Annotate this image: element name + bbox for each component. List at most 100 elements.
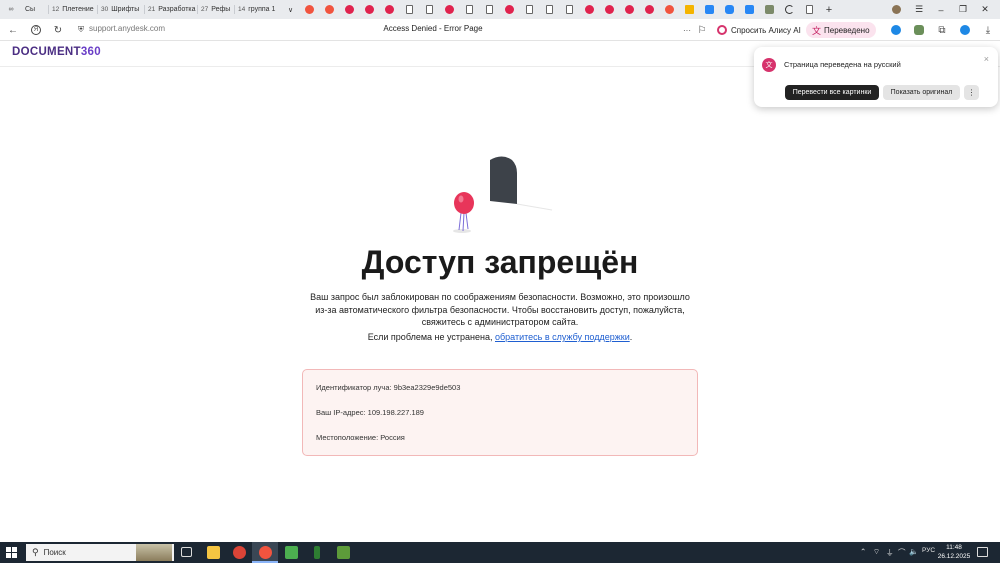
- vk-icon[interactable]: [739, 0, 759, 19]
- loading-icon[interactable]: [779, 0, 799, 19]
- pinterest-icon[interactable]: [619, 0, 639, 19]
- tabs-overflow-button[interactable]: ∨: [285, 0, 299, 19]
- balloon-icon: [454, 192, 474, 214]
- taskbar: ⚲ Поиск ⌃ ⌔ ⏚ ⌒ 🔈 РУС 11:48 26.12.2025: [0, 542, 1000, 563]
- search-highlight-image: [136, 544, 172, 561]
- windows-start-icon[interactable]: [6, 547, 17, 558]
- document-icon[interactable]: [479, 0, 499, 19]
- balloon-highlight: [458, 195, 464, 203]
- network-icon[interactable]: ⌔: [873, 547, 880, 557]
- popup-close-icon[interactable]: ×: [984, 54, 989, 64]
- contact-support-link[interactable]: обратитесь в службу поддержки: [495, 332, 630, 342]
- extension-shield-icon[interactable]: [912, 23, 926, 37]
- document-icon[interactable]: [519, 0, 539, 19]
- restore-icon[interactable]: ❐: [956, 0, 970, 19]
- minecraft-icon[interactable]: [337, 546, 350, 559]
- pinterest-icon[interactable]: [639, 0, 659, 19]
- logo-number: 360: [80, 46, 101, 58]
- reload-icon[interactable]: ↻: [51, 23, 65, 37]
- popup-more-button[interactable]: ⋮: [964, 85, 979, 100]
- pinterest-icon[interactable]: [599, 0, 619, 19]
- support-prefix: Если проблема не устранена,: [367, 332, 495, 342]
- image-icon[interactable]: [679, 0, 699, 19]
- chrome-icon[interactable]: [233, 546, 246, 559]
- support-suffix: .: [629, 332, 633, 342]
- document-icon[interactable]: [419, 0, 439, 19]
- tab-label: Рефы: [211, 6, 231, 13]
- yandex-browser-taskbar-icon[interactable]: [259, 546, 272, 559]
- pinterest-icon[interactable]: [339, 0, 359, 19]
- tab-group-0[interactable]: Сы: [22, 0, 48, 19]
- tab-label: группа 1: [248, 6, 276, 13]
- tab-group-1[interactable]: 12 Плетение: [49, 0, 97, 19]
- usb-icon[interactable]: ⏚: [886, 547, 894, 558]
- balloon-strings: [458, 212, 469, 232]
- site-info-icon[interactable]: ⛨: [74, 23, 88, 37]
- extensions-icon[interactable]: ⧉: [935, 23, 949, 37]
- tab-strip: ∞ Сы 12 Плетение 30 Шрифты 21 Разработка 27…: [0, 0, 1000, 19]
- task-view-icon[interactable]: [181, 547, 192, 557]
- menu-icon[interactable]: ☰: [912, 0, 926, 19]
- profile-avatar-icon[interactable]: [888, 0, 904, 19]
- document-icon[interactable]: [799, 0, 819, 19]
- pinterest-icon[interactable]: [579, 0, 599, 19]
- tab-group-4[interactable]: 27 Рефы: [198, 0, 234, 19]
- document-icon[interactable]: [399, 0, 419, 19]
- pinterest-icon[interactable]: [439, 0, 459, 19]
- messenger-icon[interactable]: [719, 0, 739, 19]
- back-icon[interactable]: ←: [6, 23, 20, 37]
- translation-popup: ⽂ Страница переведена на русский × Перев…: [754, 47, 998, 107]
- new-tab-button[interactable]: +: [819, 0, 839, 19]
- downloads-icon[interactable]: ⤓: [981, 23, 995, 37]
- close-window-icon[interactable]: ✕: [978, 0, 992, 19]
- tab-label: Шрифты: [111, 6, 140, 13]
- location: Местоположение: Россия: [316, 433, 405, 442]
- extension-icon[interactable]: [759, 0, 779, 19]
- wifi-icon[interactable]: ⌒: [898, 547, 906, 558]
- show-hidden-icons[interactable]: ⌃: [860, 547, 866, 556]
- tab-group-3[interactable]: 21 Разработка: [145, 0, 197, 19]
- yandex-icon[interactable]: [319, 0, 339, 19]
- tab-count: 14: [238, 6, 246, 13]
- translated-button[interactable]: ⽂ Переведено: [806, 22, 876, 38]
- favicon-row: [299, 0, 819, 19]
- tab-groups-icon[interactable]: ∞: [0, 0, 22, 19]
- file-explorer-icon[interactable]: [207, 546, 220, 559]
- ask-alice-button[interactable]: Спросить Алису AI: [714, 22, 806, 38]
- app-icon[interactable]: [314, 546, 320, 559]
- url-field[interactable]: support.anydesk.com: [89, 24, 165, 33]
- minimize-icon[interactable]: –: [934, 0, 948, 19]
- bookmark-icon[interactable]: ⚐: [695, 23, 709, 37]
- more-actions-icon[interactable]: ···: [680, 23, 694, 37]
- translated-label: Переведено: [824, 25, 870, 35]
- document-icon[interactable]: [459, 0, 479, 19]
- volume-icon[interactable]: 🔈: [909, 547, 918, 556]
- search-icon: ⚲: [32, 547, 39, 557]
- balloon-shadow: [453, 229, 471, 233]
- vk-icon[interactable]: [699, 0, 719, 19]
- document-icon[interactable]: [539, 0, 559, 19]
- pinterest-icon[interactable]: [379, 0, 399, 19]
- taskbar-clock[interactable]: 11:48 26.12.2025: [934, 544, 974, 561]
- yandex-browser-icon[interactable]: Я: [29, 23, 43, 37]
- document360-logo[interactable]: DOCUMENT360: [12, 46, 101, 58]
- extension-active-icon[interactable]: [958, 23, 972, 37]
- alice-icon: [717, 25, 727, 35]
- translate-icon: ⽂: [762, 58, 776, 72]
- document-icon[interactable]: [559, 0, 579, 19]
- tab-label: Сы: [25, 6, 36, 13]
- tab-group-5[interactable]: 14 группа 1: [235, 0, 285, 19]
- floor-line: [516, 203, 553, 211]
- tab-count: 21: [148, 6, 156, 13]
- tab-group-2[interactable]: 30 Шрифты: [98, 0, 144, 19]
- page-heading: Доступ запрещён: [361, 244, 639, 280]
- show-original-button[interactable]: Показать оригинал: [883, 85, 960, 100]
- pinterest-icon[interactable]: [359, 0, 379, 19]
- yandex-icon[interactable]: [299, 0, 319, 19]
- notifications-icon[interactable]: [977, 547, 988, 557]
- yandex-icon[interactable]: [659, 0, 679, 19]
- translate-images-button[interactable]: Перевести все картинки: [785, 85, 879, 100]
- extension-translate-icon[interactable]: [889, 23, 903, 37]
- calculator-icon[interactable]: [285, 546, 298, 559]
- pinterest-icon[interactable]: [499, 0, 519, 19]
